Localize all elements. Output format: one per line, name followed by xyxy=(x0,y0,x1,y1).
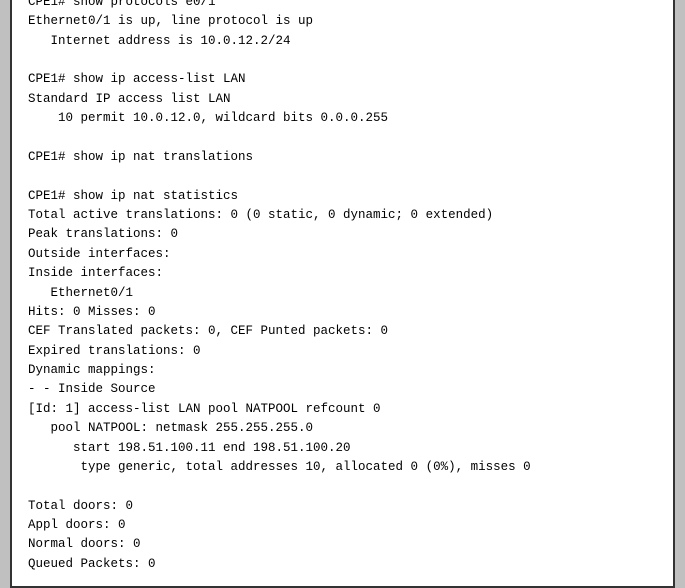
empty-line xyxy=(28,51,657,70)
terminal-line: Ethernet0/1 is up, line protocol is up xyxy=(28,12,657,31)
terminal-line: Hits: 0 Misses: 0 xyxy=(28,303,657,322)
terminal-line: Normal doors: 0 xyxy=(28,535,657,554)
empty-line xyxy=(28,477,657,496)
terminal-line: Expired translations: 0 xyxy=(28,342,657,361)
terminal-line: Total doors: 0 xyxy=(28,497,657,516)
terminal-line: 10 permit 10.0.12.0, wildcard bits 0.0.0… xyxy=(28,109,657,128)
terminal-line: [Id: 1] access-list LAN pool NATPOOL ref… xyxy=(28,400,657,419)
terminal-line: Inside interfaces: xyxy=(28,264,657,283)
terminal-line: Outside interfaces: xyxy=(28,245,657,264)
empty-line xyxy=(28,167,657,186)
terminal-line: Dynamic mappings: xyxy=(28,361,657,380)
terminal-line: Internet address is 10.0.12.2/24 xyxy=(28,32,657,51)
terminal-line: Total active translations: 0 (0 static, … xyxy=(28,206,657,225)
terminal-line: - - Inside Source xyxy=(28,380,657,399)
terminal-line: Peak translations: 0 xyxy=(28,225,657,244)
terminal-line: type generic, total addresses 10, alloca… xyxy=(28,458,657,477)
terminal-output: CPE1# show protocols e0/1Ethernet0/1 is … xyxy=(10,0,675,588)
terminal-line: Standard IP access list LAN xyxy=(28,90,657,109)
terminal-line: Appl doors: 0 xyxy=(28,516,657,535)
terminal-line: CPE1# show ip nat statistics xyxy=(28,187,657,206)
terminal-line: CPE1# show ip nat translations xyxy=(28,148,657,167)
terminal-line: CPE1# show protocols e0/1 xyxy=(28,0,657,12)
empty-line xyxy=(28,129,657,148)
terminal-line: pool NATPOOL: netmask 255.255.255.0 xyxy=(28,419,657,438)
terminal-line: Queued Packets: 0 xyxy=(28,555,657,574)
terminal-line: Ethernet0/1 xyxy=(28,284,657,303)
terminal-line: start 198.51.100.11 end 198.51.100.20 xyxy=(28,439,657,458)
terminal-line: CEF Translated packets: 0, CEF Punted pa… xyxy=(28,322,657,341)
terminal-line: CPE1# show ip access-list LAN xyxy=(28,70,657,89)
